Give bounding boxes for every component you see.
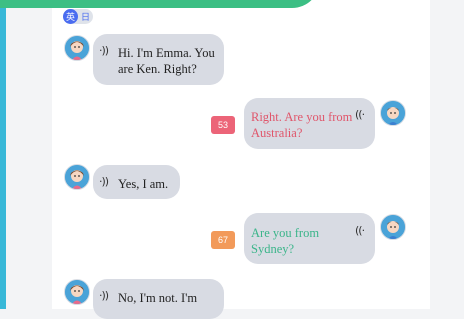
message-text-line: Hi. I'm Emma. You bbox=[118, 46, 215, 60]
speaker-play-icon[interactable]: ·)) bbox=[99, 43, 109, 59]
message-text-line: Right. Are you from bbox=[251, 110, 353, 124]
message-bubble-5[interactable]: ·)) No, I'm not. I'm bbox=[93, 279, 224, 319]
pronunciation-score-badge: 53 bbox=[211, 116, 235, 134]
speaker-play-icon[interactable]: ((· bbox=[355, 107, 365, 123]
lang-english-option[interactable]: 英 bbox=[63, 9, 78, 24]
top-banner bbox=[0, 0, 320, 8]
pronunciation-score-badge: 67 bbox=[211, 231, 235, 249]
ken-avatar bbox=[380, 100, 406, 126]
emma-avatar bbox=[64, 164, 90, 190]
message-bubble-2[interactable]: Right. Are you from Australia? ((· bbox=[244, 98, 375, 149]
message-bubble-1[interactable]: ·)) Hi. I'm Emma. You are Ken. Right? bbox=[93, 34, 224, 85]
message-text-line: No, I'm not. I'm bbox=[118, 291, 198, 305]
message-text-line: Yes, I am. bbox=[118, 177, 169, 191]
ken-avatar bbox=[380, 214, 406, 240]
message-text-line: are Ken. Right? bbox=[118, 62, 197, 76]
lang-japanese-option[interactable]: 日 bbox=[78, 10, 93, 23]
message-text-line: Are you from bbox=[251, 226, 320, 240]
left-edge-rail bbox=[0, 0, 6, 309]
speaker-play-icon[interactable]: ·)) bbox=[99, 288, 109, 304]
language-toggle[interactable]: 英 日 bbox=[63, 9, 93, 24]
message-bubble-3[interactable]: ·)) Yes, I am. bbox=[93, 165, 180, 199]
emma-avatar bbox=[64, 35, 90, 61]
message-text-line: Australia? bbox=[251, 126, 303, 140]
message-text-line: Sydney? bbox=[251, 242, 295, 256]
emma-avatar bbox=[64, 279, 90, 305]
speaker-play-icon[interactable]: ((· bbox=[355, 223, 365, 239]
message-bubble-4[interactable]: Are you from Sydney? ((· bbox=[244, 213, 375, 264]
speaker-play-icon[interactable]: ·)) bbox=[99, 174, 109, 190]
